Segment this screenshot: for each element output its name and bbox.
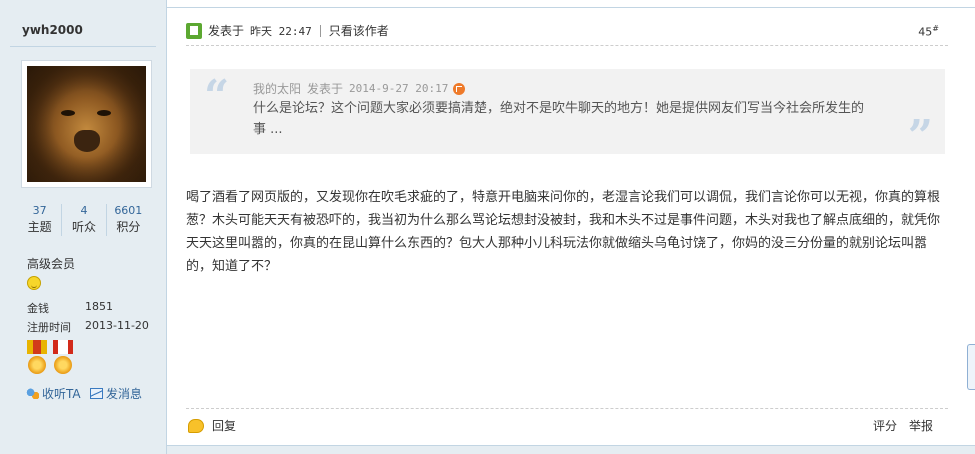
- side-float-tab[interactable]: [967, 344, 975, 390]
- money-label: 金钱: [27, 302, 49, 315]
- author-sidebar: ywh2000 37 主题 4 听众 6601 积分 高级会员 金钱 1851 …: [0, 0, 167, 454]
- register-row: 注册时间 2013-11-20: [27, 319, 149, 335]
- user-group[interactable]: 高级会员: [27, 255, 75, 272]
- stat-topics[interactable]: 37 主题: [18, 204, 63, 236]
- jump-to-post-icon[interactable]: [453, 82, 466, 95]
- quote-text: 什么是论坛？这个问题大家必须要搞清楚，绝对不是吹牛聊天的地方！她是提供网友们写当…: [253, 101, 865, 137]
- floor-number-link[interactable]: 45#: [918, 24, 939, 39]
- follow-icon: [26, 388, 39, 399]
- register-label: 注册时间: [27, 321, 71, 334]
- lion-avatar-image: [27, 66, 146, 182]
- reply-icon: [188, 418, 204, 433]
- follow-button[interactable]: 收听TA: [26, 385, 81, 402]
- bottom-border: [167, 445, 975, 454]
- stat-points[interactable]: 6601 积分: [107, 204, 150, 236]
- floor-suffix: #: [932, 24, 939, 33]
- send-message-button[interactable]: 发消息: [90, 385, 142, 402]
- medal-icon-1[interactable]: [26, 340, 48, 376]
- top-border-main: [167, 0, 975, 8]
- stat-listeners-value: 4: [80, 204, 88, 217]
- money-value: 1851: [85, 300, 113, 313]
- smiley-rank-icon: [27, 276, 41, 290]
- medal-icon-2[interactable]: [52, 340, 74, 376]
- stat-listeners[interactable]: 4 听众: [62, 204, 107, 236]
- stat-topics-value: 37: [32, 204, 47, 217]
- post-header: 发表于 昨天 22:47 只看该作者: [186, 22, 389, 39]
- only-author-link[interactable]: 只看该作者: [329, 22, 389, 39]
- rate-button[interactable]: 评分: [873, 417, 897, 434]
- message-label: 发消息: [106, 387, 143, 401]
- stat-points-label: 积分: [116, 220, 141, 234]
- floor-number: 45: [918, 25, 933, 39]
- register-value: 2013-11-20: [85, 319, 149, 332]
- stat-listeners-label: 听众: [71, 220, 96, 234]
- author-username[interactable]: ywh2000: [22, 23, 83, 37]
- footer-separator: [186, 408, 948, 409]
- money-row: 金钱 1851: [27, 300, 113, 316]
- post-actions: 评分 举报: [873, 417, 933, 434]
- reply-button[interactable]: 回复: [188, 417, 236, 434]
- post-content: 喝了酒看了网页版的，又发现你在吹毛求疵的了，特意开电脑来问你的，老湿言论我们可以…: [186, 190, 941, 274]
- avatar[interactable]: [21, 60, 152, 188]
- quote-posted-label: 发表于: [307, 82, 344, 96]
- posted-label: 发表于: [208, 24, 245, 38]
- report-button[interactable]: 举报: [909, 417, 933, 434]
- online-status-icon: [186, 22, 202, 39]
- open-quote-icon: “: [204, 71, 230, 122]
- quote-author: 我的太阳: [253, 82, 302, 96]
- header-divider: [319, 24, 321, 37]
- quote-block: “ 我的太阳 发表于 2014-9-27 20:17 什么是论坛？这个问题大家必…: [190, 69, 945, 159]
- stat-topics-label: 主题: [27, 220, 52, 234]
- username-divider: [10, 46, 156, 47]
- reply-label: 回复: [212, 419, 237, 433]
- follow-label: 收听TA: [42, 387, 81, 401]
- author-stats: 37 主题 4 听众 6601 积分: [18, 204, 150, 236]
- stat-points-value: 6601: [114, 204, 143, 217]
- close-quote-icon: ”: [907, 111, 933, 162]
- quote-meta: 我的太阳 发表于 2014-9-27 20:17: [253, 80, 945, 97]
- envelope-icon: [90, 388, 103, 399]
- posted-time: 昨天 22:47: [250, 24, 312, 38]
- header-separator: [186, 45, 948, 46]
- quote-time: 2014-9-27 20:17: [349, 82, 449, 95]
